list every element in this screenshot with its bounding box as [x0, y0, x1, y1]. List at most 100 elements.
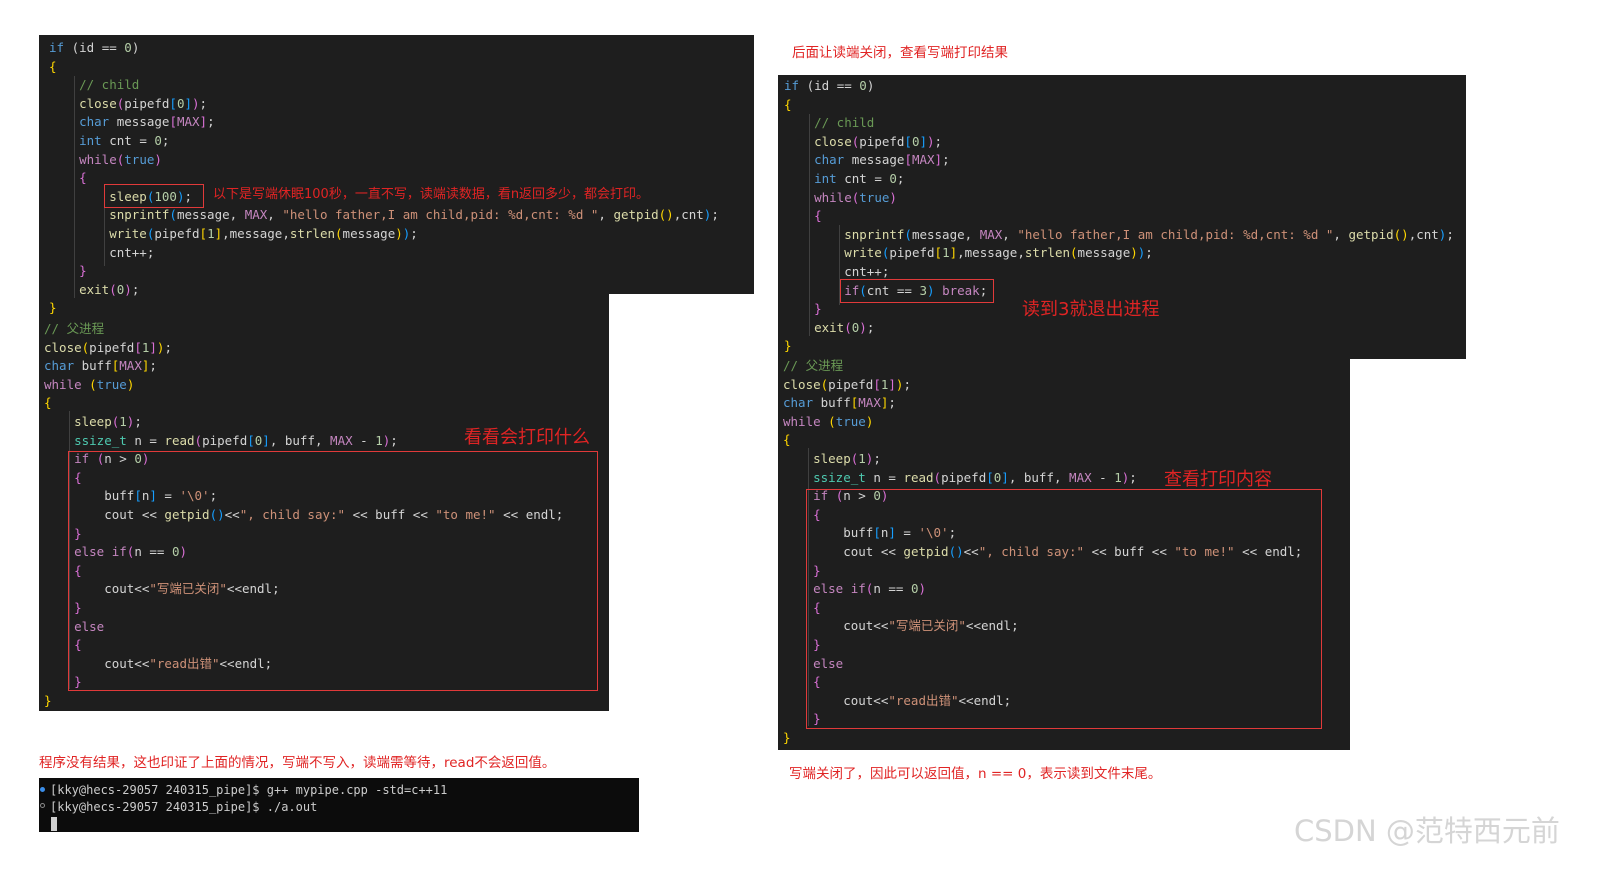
- code-line: sleep(1);: [783, 450, 881, 468]
- code-token: (: [194, 432, 203, 448]
- code-token: ;: [161, 133, 170, 148]
- break-annotation: 读到3就退出进程: [1022, 299, 1160, 320]
- code-token: ;: [934, 133, 943, 149]
- code-token: MAX: [330, 432, 353, 448]
- code-token: MAX: [1069, 469, 1092, 485]
- code-token: while: [44, 376, 82, 392]
- terminal-status-icon: [40, 803, 45, 808]
- code-token: {: [49, 170, 87, 186]
- code-token: getpid: [613, 207, 659, 223]
- code-line: {: [783, 431, 791, 449]
- right-top-note: 后面让读端关闭，查看写端打印结果: [792, 45, 1008, 61]
- code-token: char: [49, 114, 110, 130]
- code-token: // 父进程: [783, 358, 844, 373]
- code-token: ;: [873, 451, 881, 466]
- code-line: snprintf(message, MAX, "hello father,I a…: [784, 226, 1454, 244]
- code-token: pipefd: [889, 245, 935, 261]
- code-token: ): [154, 151, 162, 167]
- code-token: close: [44, 339, 82, 355]
- code-token: 1: [858, 451, 866, 466]
- code-token: message: [844, 152, 905, 168]
- code-line: }: [784, 337, 792, 355]
- code-token: snprintf: [784, 226, 905, 242]
- right-print-annotation: 查看打印内容: [1164, 469, 1272, 490]
- code-line: while (true): [783, 413, 873, 431]
- code-token: 0: [859, 78, 867, 93]
- code-line: // 父进程: [44, 320, 104, 338]
- code-line: close(pipefd[0]);: [49, 95, 207, 113]
- code-token: [: [873, 376, 881, 392]
- code-token: ): [124, 281, 132, 297]
- code-token: (: [904, 226, 912, 242]
- code-line: char buff[MAX];: [44, 357, 157, 375]
- code-token: ,cnt: [1408, 226, 1439, 242]
- code-token: MAX: [176, 114, 200, 130]
- code-token: 0: [889, 171, 897, 186]
- code-token: [: [904, 133, 912, 149]
- code-token: strlen: [289, 226, 336, 241]
- code-token: ;: [866, 319, 875, 335]
- code-token: , buff,: [1008, 469, 1070, 485]
- code-token: // child: [784, 115, 875, 131]
- code-token: (: [933, 469, 942, 485]
- code-token: ;: [1446, 226, 1454, 242]
- code-token: char: [44, 358, 75, 374]
- code-token: ,cnt: [673, 207, 704, 223]
- code-token: // 父进程: [44, 321, 105, 336]
- code-token: true: [859, 189, 890, 205]
- code-token: }: [49, 300, 57, 316]
- code-token: (: [89, 376, 97, 392]
- code-token: read: [903, 469, 934, 485]
- code-token: ]: [214, 226, 223, 241]
- code-token: message: [109, 114, 170, 130]
- code-token: cnt =: [101, 133, 155, 148]
- code-token: ssize_t: [783, 469, 866, 485]
- code-token: char: [783, 395, 814, 411]
- right-parent-if-highlight-box: [806, 489, 1322, 729]
- code-token: 0: [124, 40, 132, 55]
- code-token: if: [49, 40, 65, 55]
- code-token: close: [783, 376, 821, 392]
- code-line: close(pipefd[0]);: [784, 133, 942, 151]
- code-token: read: [164, 432, 195, 448]
- code-line: {: [49, 58, 57, 76]
- code-line: sleep(1);: [44, 413, 142, 431]
- code-line: if (id == 0): [49, 39, 139, 57]
- code-token: int: [784, 171, 837, 186]
- code-line: char message[MAX];: [784, 151, 950, 169]
- code-token: ]: [934, 152, 943, 168]
- code-token: }: [784, 338, 792, 354]
- code-line: // child: [784, 114, 874, 132]
- code-token: MAX: [858, 395, 881, 411]
- code-token: (: [1070, 245, 1078, 261]
- code-token: pipefd: [89, 339, 135, 355]
- print-annotation: 看看会打印什么: [464, 427, 590, 448]
- code-token: pipefd: [154, 226, 200, 241]
- code-token: (): [658, 207, 674, 223]
- code-token: "hello father,I am child,pid: %d,cnt: %d…: [282, 207, 599, 223]
- code-token: ,message,: [222, 226, 290, 241]
- code-token: ): [126, 376, 135, 392]
- code-token: [: [904, 152, 912, 168]
- code-token: snprintf: [49, 207, 170, 223]
- sleep-highlight-box: [104, 184, 204, 208]
- code-token: ]: [199, 114, 208, 130]
- code-token: while: [783, 413, 821, 429]
- code-token: (: [335, 226, 343, 241]
- code-token: ;: [711, 207, 719, 223]
- code-token: {: [49, 58, 57, 74]
- code-token: -: [1091, 469, 1115, 485]
- code-token: ): [395, 226, 403, 241]
- code-token: close: [49, 95, 117, 111]
- code-token: true: [96, 376, 127, 392]
- code-token: sleep: [783, 451, 851, 466]
- code-token: ): [865, 413, 874, 429]
- code-token: sleep: [44, 414, 112, 429]
- code-token: buff: [813, 395, 851, 411]
- code-line: {: [784, 96, 792, 114]
- code-token: ,message,: [957, 245, 1025, 261]
- code-token: while: [49, 151, 117, 167]
- code-token: [: [247, 432, 255, 448]
- code-token: 1: [1114, 469, 1122, 485]
- code-token: {: [44, 395, 52, 411]
